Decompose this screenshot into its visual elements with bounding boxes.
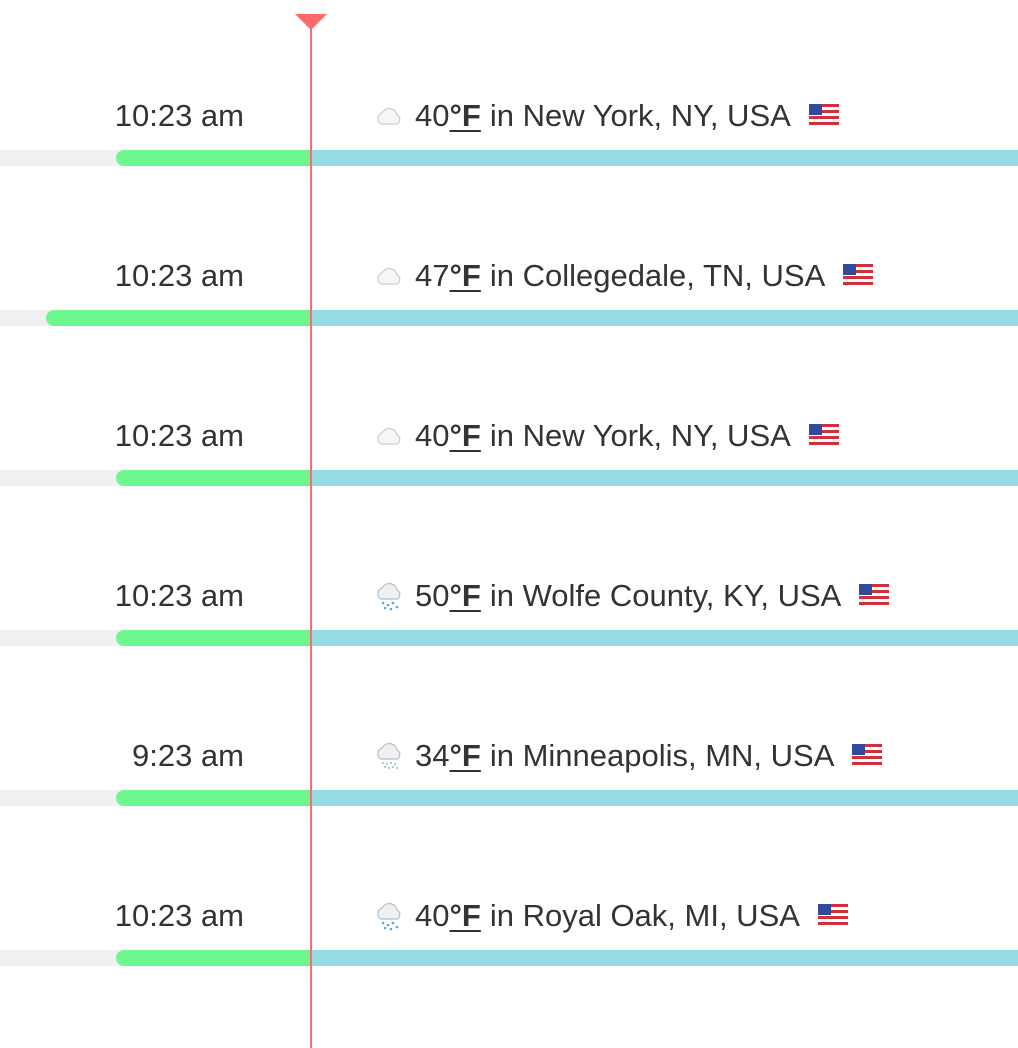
location-label: in New York, NY, USA	[489, 418, 791, 453]
timezone-row: 10:23 am 47 °F in Collegedale, TN, USA	[0, 160, 1018, 326]
cloud-icon	[373, 100, 405, 132]
us-flag-icon	[859, 583, 890, 605]
timezone-row: 9:23 am 34 °F in Minneapolis, MN, USA	[0, 640, 1018, 806]
temperature-unit-toggle[interactable]: °F	[449, 416, 480, 456]
rain-cloud-icon	[373, 900, 405, 932]
temperature-unit-toggle[interactable]: °F	[449, 896, 480, 936]
weather-summary: 47 °F in Collegedale, TN, USA	[373, 256, 874, 296]
temperature-value: 40	[415, 98, 450, 133]
weather-summary: 40 °F in Royal Oak, MI, USA	[373, 896, 848, 936]
us-flag-icon	[808, 423, 839, 445]
cloud-icon	[373, 260, 405, 292]
weather-summary: 40 °F in New York, NY, USA	[373, 416, 839, 456]
local-time: 10:23 am	[114, 418, 244, 453]
rain-cloud-icon	[373, 580, 405, 612]
elapsed-day-bar	[116, 950, 311, 966]
location-label: in Royal Oak, MI, USA	[489, 898, 800, 933]
location-label: in Collegedale, TN, USA	[489, 258, 826, 293]
temperature-value: 50	[415, 578, 450, 613]
us-flag-icon	[817, 903, 848, 925]
temperature-value: 34	[415, 738, 450, 773]
weather-summary: 40 °F in New York, NY, USA	[373, 96, 839, 136]
location-label: in Minneapolis, MN, USA	[489, 738, 835, 773]
temperature-unit-toggle[interactable]: °F	[449, 736, 480, 776]
temperature-value: 40	[415, 418, 450, 453]
local-time: 10:23 am	[114, 898, 244, 933]
local-time: 10:23 am	[114, 98, 244, 133]
temperature-value: 40	[415, 898, 450, 933]
temperature-unit-toggle[interactable]: °F	[449, 256, 480, 296]
location-label: in New York, NY, USA	[489, 98, 791, 133]
local-time: 10:23 am	[114, 578, 244, 613]
timezone-row: 10:23 am 40 °F in New York, NY, USA	[0, 320, 1018, 486]
us-flag-icon	[808, 103, 839, 125]
temperature-unit-toggle[interactable]: °F	[449, 96, 480, 136]
temperature-unit-toggle[interactable]: °F	[449, 576, 480, 616]
cloud-icon	[373, 420, 405, 452]
us-flag-icon	[852, 743, 883, 765]
local-time: 9:23 am	[131, 738, 244, 773]
us-flag-icon	[843, 263, 874, 285]
current-time-marker-icon[interactable]	[295, 14, 327, 30]
current-time-line[interactable]	[310, 14, 312, 1048]
upcoming-day-bar	[311, 950, 1018, 966]
snow-cloud-icon	[373, 740, 405, 772]
timezone-row: 10:23 am 50 °F in Wolfe County, KY, USA	[0, 480, 1018, 646]
weather-summary: 34 °F in Minneapolis, MN, USA	[373, 736, 883, 776]
location-label: in Wolfe County, KY, USA	[489, 578, 842, 613]
timezone-row: 10:23 am 40 °F in New York, NY, USA	[0, 0, 1018, 166]
weather-summary: 50 °F in Wolfe County, KY, USA	[373, 576, 890, 616]
local-time: 10:23 am	[114, 258, 244, 293]
temperature-value: 47	[415, 258, 450, 293]
timezone-row: 10:23 am 40 °F in Royal Oak, MI, USA	[0, 800, 1018, 966]
